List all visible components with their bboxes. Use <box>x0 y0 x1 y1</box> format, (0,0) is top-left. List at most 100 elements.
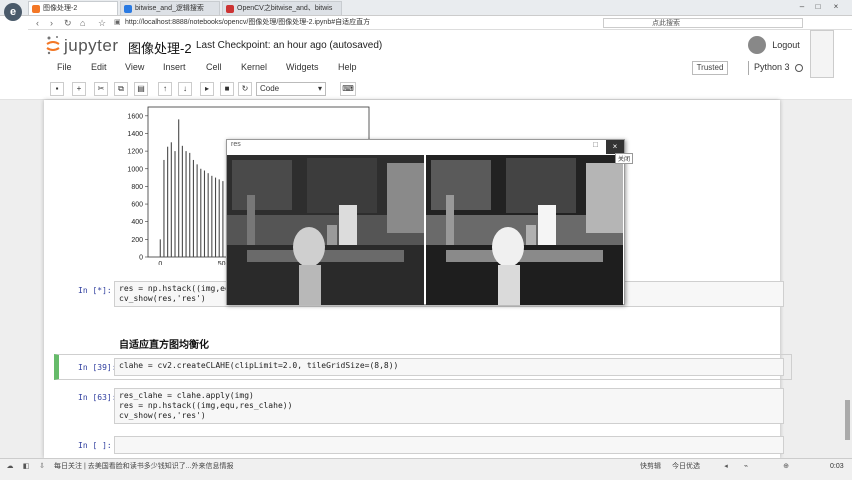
browser-tab-bar: e 图像处理-2 bitwise_and_逻辑搜索 OpenCV之bitwise… <box>0 0 852 21</box>
code-cell[interactable]: res_clahe = clahe.apply(img) res = np.hs… <box>114 388 784 424</box>
equalized-image <box>426 155 623 305</box>
zoom-icon[interactable]: ⊕ <box>780 462 792 472</box>
network-icon[interactable]: ⌁ <box>740 462 752 472</box>
menubar: File Edit View Insert Cell Kernel Widget… <box>0 60 852 76</box>
cell-type-value: Code <box>260 84 280 93</box>
image-window-title: res <box>231 141 241 148</box>
forward-icon[interactable]: › <box>50 16 53 30</box>
refresh-icon[interactable]: ↻ <box>64 16 72 30</box>
save-icon[interactable]: ▪ <box>50 82 64 96</box>
close-icon[interactable]: × <box>830 0 842 14</box>
search-favicon-icon <box>124 5 132 13</box>
tab-opencv-bitwise[interactable]: OpenCV之bitwise_and、bitwis <box>222 1 342 15</box>
notebook-toolbar: ▪ + ✂ ⧉ ▤ ↑ ↓ ▸ ■ ↻ Code ▾ ⌨ <box>0 80 852 100</box>
weather-icon[interactable]: ☁ <box>4 462 16 472</box>
taskbar: ☁ ◧ ⇩ 每日关注 | 去美国看脸和读书多少钱知识了...外来信息情报 快剪辑… <box>0 458 852 480</box>
tab-bitwise-search[interactable]: bitwise_and_逻辑搜索 <box>120 1 220 15</box>
y-tick-label: 200 <box>131 237 143 244</box>
cell-type-select[interactable]: Code ▾ <box>256 82 326 96</box>
cut-icon[interactable]: ✂ <box>94 82 108 96</box>
notebook-title[interactable]: 图像处理-2 <box>128 38 192 57</box>
daily-pick-item[interactable]: 今日优选 <box>672 461 700 471</box>
checkpoint-status: Last Checkpoint: an hour ago (autosaved) <box>196 40 383 51</box>
avatar <box>748 36 766 54</box>
jupyter-logo-icon <box>46 36 60 55</box>
copy-icon[interactable]: ⧉ <box>114 82 128 96</box>
search-input[interactable]: 点此搜索 <box>603 18 803 28</box>
paste-icon[interactable]: ▤ <box>134 82 148 96</box>
code-line: cv_show(res,'res') <box>119 411 206 420</box>
url-field[interactable]: http://localhost:8888/notebooks/opencv/图… <box>125 16 370 30</box>
tab-label: 图像处理-2 <box>43 5 78 12</box>
y-tick-label: 800 <box>131 184 143 191</box>
code-cell[interactable]: clahe = cv2.createCLAHE(clipLimit=2.0, t… <box>114 358 784 376</box>
lab-scene-equalized-image <box>426 155 623 305</box>
menu-help[interactable]: Help <box>338 62 357 72</box>
minimize-icon[interactable]: – <box>796 0 808 14</box>
menu-edit[interactable]: Edit <box>91 62 107 72</box>
back-icon[interactable]: ‹ <box>36 16 39 30</box>
kernel-status-icon <box>795 64 803 72</box>
quick-edit-item[interactable]: 快剪辑 <box>640 461 661 471</box>
code-cell[interactable] <box>114 436 784 454</box>
y-tick-label: 600 <box>131 202 143 209</box>
csdn-favicon-icon <box>226 5 234 13</box>
image-window[interactable]: res □ × <box>226 139 625 305</box>
notification-icon[interactable]: ◧ <box>20 462 32 472</box>
restart-icon[interactable]: ↻ <box>238 82 252 96</box>
cell-prompt: In [ ]: <box>78 441 112 450</box>
x-tick-label: 0 <box>158 261 162 265</box>
close-icon[interactable]: × <box>606 140 624 154</box>
clock: 0:03 <box>830 463 844 470</box>
lock-icon: ▣ <box>114 19 121 26</box>
volume-icon[interactable]: ◂ <box>720 462 732 472</box>
cell-prompt: In [*]: <box>78 286 112 295</box>
y-tick-label: 1000 <box>127 166 143 173</box>
jupyter-favicon-icon <box>32 5 40 13</box>
browser-logo-icon[interactable]: e <box>4 3 22 21</box>
tab-label: bitwise_and_逻辑搜索 <box>135 5 204 12</box>
address-bar: ‹ › ↻ ⌂ ☆ ▣ http://localhost:8888/notebo… <box>28 16 852 30</box>
y-tick-label: 1400 <box>127 131 143 138</box>
run-icon[interactable]: ▸ <box>200 82 214 96</box>
insert-cell-icon[interactable]: + <box>72 82 86 96</box>
kernel-name: Python 3 <box>754 62 790 72</box>
menu-kernel[interactable]: Kernel <box>241 62 267 72</box>
kernel-separator <box>748 61 749 75</box>
tab-label: OpenCV之bitwise_and、bitwis <box>237 5 333 12</box>
close-tooltip: 关闭 <box>615 153 634 164</box>
menu-insert[interactable]: Insert <box>163 62 186 72</box>
keyboard-icon[interactable]: ⌨ <box>340 82 356 96</box>
trusted-badge[interactable]: Trusted <box>692 61 728 75</box>
home-icon[interactable]: ⌂ <box>80 16 85 30</box>
logout-button[interactable]: Logout <box>768 38 804 52</box>
menu-widgets[interactable]: Widgets <box>286 62 319 72</box>
maximize-icon[interactable]: □ <box>812 0 824 14</box>
tab-notebook[interactable]: 图像处理-2 <box>28 1 118 15</box>
star-icon[interactable]: ☆ <box>98 16 106 30</box>
minimize-icon[interactable]: □ <box>593 140 598 149</box>
scrollbar[interactable] <box>845 400 850 440</box>
code-line: res_clahe = clahe.apply(img) <box>119 391 254 400</box>
jupyter-header: jupyter 图像处理-2 Last Checkpoint: an hour … <box>0 30 852 78</box>
stop-icon[interactable]: ■ <box>220 82 234 96</box>
code-line: res = np.hstack((img,equ,res_clahe)) <box>119 401 293 410</box>
jupyter-logo-text[interactable]: jupyter <box>64 36 119 56</box>
menu-file[interactable]: File <box>57 62 72 72</box>
menu-view[interactable]: View <box>125 62 144 72</box>
y-tick-label: 1600 <box>127 113 143 120</box>
download-icon[interactable]: ⇩ <box>36 462 48 472</box>
code-line: cv_show(res,'res') <box>119 294 206 303</box>
original-image <box>227 155 424 305</box>
y-tick-label: 0 <box>139 255 143 262</box>
move-up-icon[interactable]: ↑ <box>158 82 172 96</box>
menu-cell[interactable]: Cell <box>206 62 222 72</box>
move-down-icon[interactable]: ↓ <box>178 82 192 96</box>
x-tick-label: 50 <box>218 261 226 265</box>
y-tick-label: 400 <box>131 219 143 226</box>
lab-scene-image <box>227 155 424 305</box>
cell-prompt: In [63]: <box>78 393 117 402</box>
news-ticker[interactable]: 每日关注 | 去美国看脸和读书多少钱知识了...外来信息情报 <box>54 461 234 471</box>
code-line: clahe = cv2.createCLAHE(clipLimit=2.0, t… <box>119 361 399 370</box>
markdown-heading: 自适应直方图均衡化 <box>119 340 209 351</box>
